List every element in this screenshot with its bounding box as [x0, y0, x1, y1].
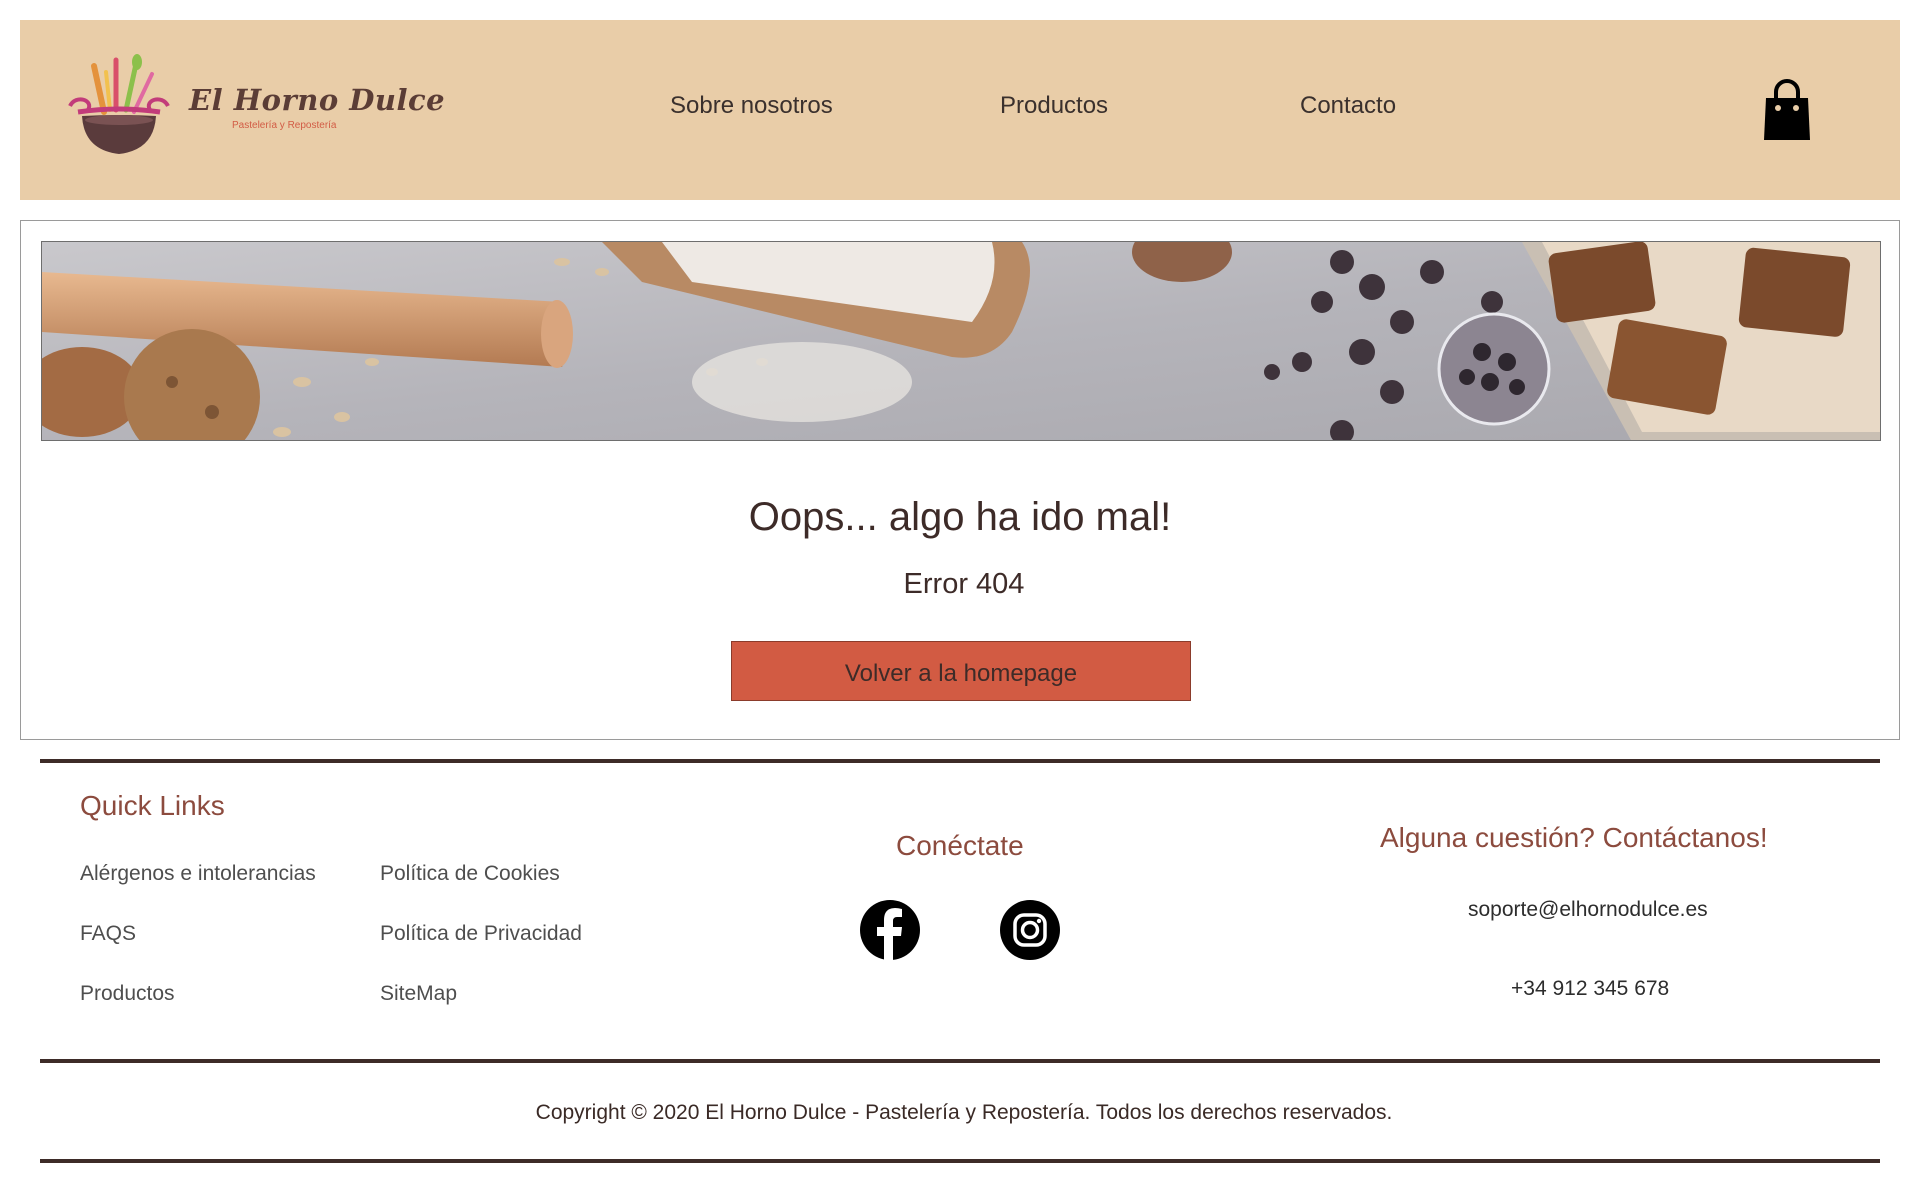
social-heading: Conéctate: [896, 830, 1024, 861]
link-sitemap[interactable]: SiteMap: [380, 982, 457, 1006]
link-politica-privacidad[interactable]: Política de Privacidad: [380, 922, 582, 946]
nav-sobre-nosotros[interactable]: Sobre nosotros: [670, 92, 833, 120]
link-alergenos[interactable]: Alérgenos e intolerancias: [80, 862, 316, 886]
logo-subtitle: Pastelería y Repostería: [232, 120, 337, 131]
contact-phone[interactable]: +34 912 345 678: [1511, 977, 1669, 1001]
shopping-bag-icon[interactable]: [1762, 78, 1812, 142]
link-productos[interactable]: Productos: [80, 982, 175, 1006]
error-code: Error 404: [903, 568, 1025, 600]
nav-productos[interactable]: Productos: [1000, 92, 1108, 120]
footer-top-divider: [40, 759, 1880, 763]
site-header: El Horno Dulce Pastelería y Repostería S…: [20, 20, 1900, 200]
logo-title: El Horno Dulce: [189, 83, 446, 117]
link-faqs[interactable]: FAQS: [80, 922, 136, 946]
error-panel: Oops... algo ha ido mal! Error 404 Volve…: [20, 220, 1900, 740]
contact-email[interactable]: soporte@elhornodulce.es: [1468, 898, 1708, 922]
footer-bottom-divider: [40, 1159, 1880, 1163]
contact-heading: Alguna cuestión? Contáctanos!: [1380, 822, 1768, 853]
nav-contacto[interactable]: Contacto: [1300, 92, 1396, 120]
footer-middle-divider: [40, 1059, 1880, 1063]
copyright-text: Copyright © 2020 El Horno Dulce - Pastel…: [535, 1101, 1393, 1124]
site-logo[interactable]: El Horno Dulce Pastelería y Repostería: [64, 50, 445, 160]
back-to-homepage-button[interactable]: Volver a la homepage: [731, 641, 1191, 701]
facebook-icon[interactable]: [860, 900, 920, 960]
error-title: Oops... algo ha ido mal!: [748, 495, 1172, 539]
link-politica-cookies[interactable]: Política de Cookies: [380, 862, 560, 886]
quick-links-heading: Quick Links: [80, 790, 225, 821]
bakery-bowl-logo-icon: [68, 54, 170, 154]
instagram-icon[interactable]: [1000, 900, 1060, 960]
hero-banner-image: [41, 241, 1881, 441]
